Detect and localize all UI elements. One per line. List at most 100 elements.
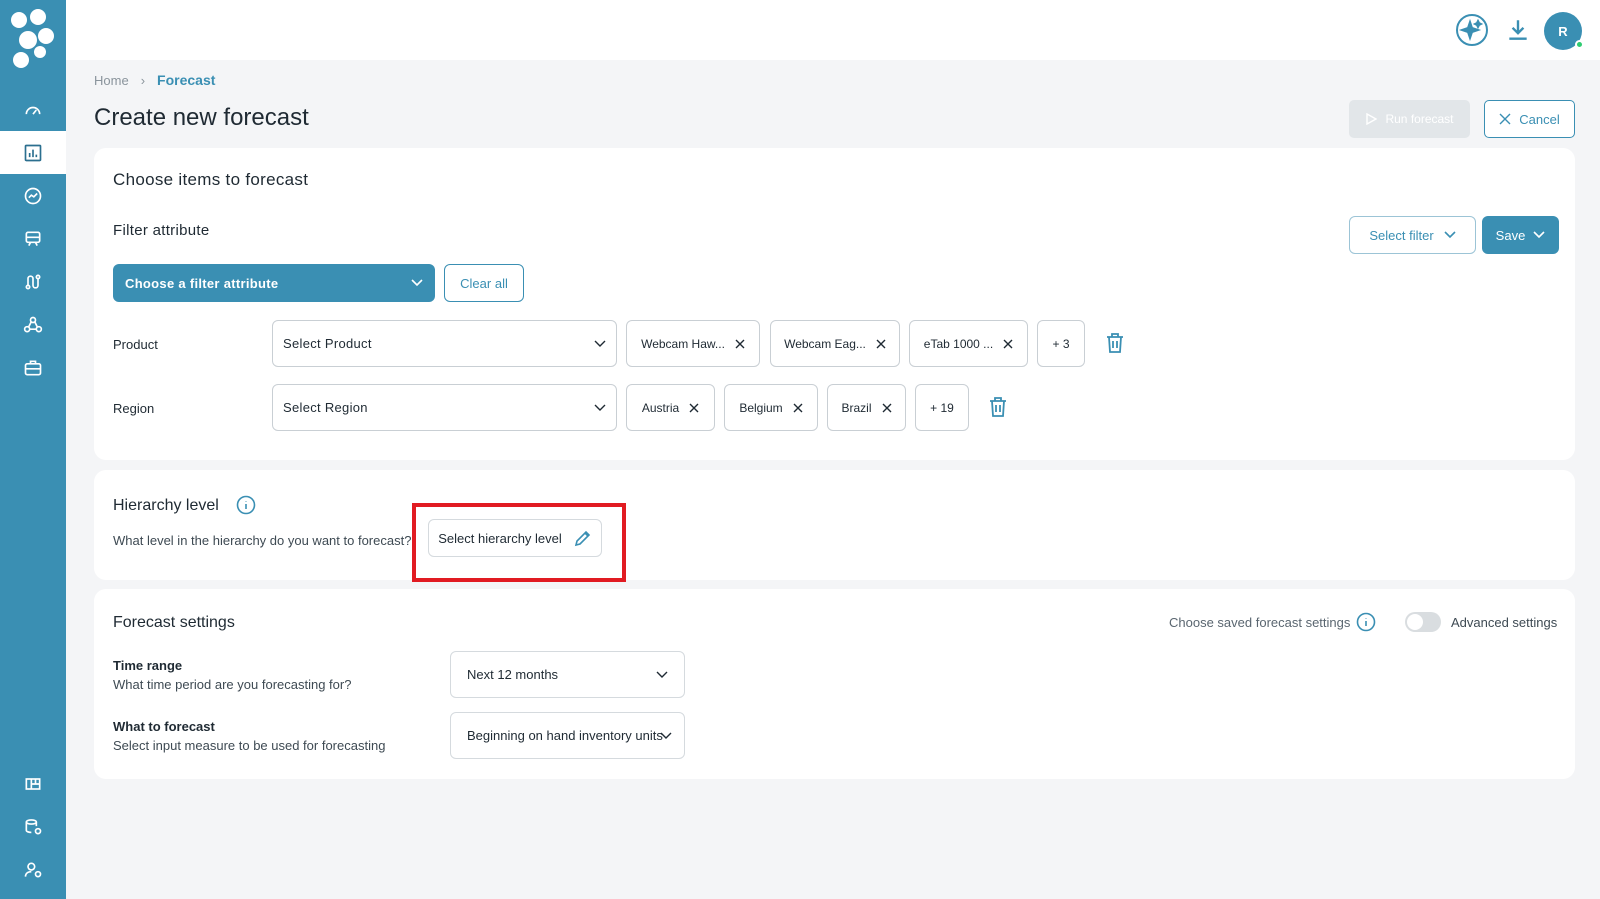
trash-icon[interactable] [1105, 332, 1125, 354]
app-logo-icon[interactable] [10, 8, 56, 70]
run-forecast-label: Run forecast [1385, 112, 1454, 126]
chevron-down-icon [411, 279, 423, 287]
product-select[interactable]: Select Product [272, 320, 617, 367]
page-title: Create new forecast [94, 104, 309, 131]
chip-label: Belgium [739, 400, 783, 415]
save-label: Save [1495, 227, 1526, 243]
breadcrumb: Home › Forecast [94, 72, 215, 88]
forecast-chart-icon [24, 144, 42, 161]
product-chip[interactable]: eTab 1000 ... [909, 320, 1028, 367]
what-to-forecast-desc: Select input measure to be used for fore… [113, 738, 386, 753]
hierarchy-question: What level in the hierarchy do you want … [113, 533, 412, 548]
breadcrumb-home[interactable]: Home [94, 73, 129, 88]
network-icon [23, 316, 43, 332]
close-icon[interactable] [882, 403, 892, 413]
close-icon [1499, 113, 1511, 125]
chevron-down-icon [1533, 231, 1545, 239]
info-icon[interactable] [236, 495, 256, 515]
route-icon [25, 274, 41, 289]
close-icon[interactable] [735, 339, 745, 349]
run-forecast-button[interactable]: Run forecast [1349, 100, 1470, 138]
saved-settings-link[interactable]: Choose saved forecast settings [1169, 615, 1350, 630]
chevron-down-icon [594, 340, 606, 347]
sidebar-item-briefcase[interactable] [0, 346, 66, 389]
what-to-forecast-title: What to forecast [113, 719, 215, 734]
close-icon[interactable] [1003, 339, 1013, 349]
hierarchy-level-card: Hierarchy level What level in the hierar… [94, 470, 1575, 580]
chip-label: eTab 1000 ... [923, 336, 994, 351]
region-select-placeholder: Select Region [283, 400, 368, 415]
ai-assistant-button[interactable] [1454, 12, 1490, 48]
download-button[interactable] [1500, 12, 1536, 48]
ai-sparkle-icon [1456, 14, 1488, 46]
close-icon[interactable] [876, 339, 886, 349]
highlight-annotation [412, 503, 626, 582]
choose-filter-label: Choose a filter attribute [125, 275, 279, 291]
sidebar-item-forecast[interactable] [0, 131, 66, 174]
chip-label: Webcam Haw... [641, 336, 725, 351]
product-select-placeholder: Select Product [283, 336, 372, 351]
widgets-icon [25, 777, 41, 790]
region-chip[interactable]: Brazil [827, 384, 906, 431]
items-to-forecast-card: Choose items to forecast Filter attribut… [94, 148, 1575, 460]
analytics-icon [24, 187, 42, 204]
region-chip[interactable]: Austria [626, 384, 715, 431]
select-filter-dropdown[interactable]: Select filter [1349, 216, 1476, 254]
what-to-forecast-value: Beginning on hand inventory units [467, 728, 663, 743]
sidebar-item-widgets[interactable] [0, 762, 66, 805]
region-filter-label: Region [113, 401, 155, 416]
save-button[interactable]: Save [1482, 216, 1559, 254]
settings-title: Forecast settings [113, 614, 235, 631]
what-to-forecast-select[interactable]: Beginning on hand inventory units [450, 712, 685, 759]
sidebar-item-user-settings[interactable] [0, 848, 66, 891]
time-range-select[interactable]: Next 12 months [450, 651, 685, 698]
trash-icon[interactable] [988, 396, 1008, 418]
chevron-down-icon [660, 732, 672, 739]
sidebar-item-route[interactable] [0, 260, 66, 303]
advanced-settings-toggle[interactable] [1405, 612, 1441, 632]
filter-attribute-label: Filter attribute [113, 222, 210, 239]
choose-filter-attribute-dropdown[interactable]: Choose a filter attribute [113, 264, 435, 302]
product-filter-label: Product [113, 337, 158, 352]
sidebar-item-database-settings[interactable] [0, 805, 66, 848]
time-range-value: Next 12 months [467, 667, 559, 682]
chip-label: Brazil [841, 400, 872, 415]
database-settings-icon [25, 818, 42, 834]
close-icon[interactable] [689, 403, 699, 413]
sidebar-item-transport[interactable] [0, 217, 66, 260]
chevron-down-icon [594, 404, 606, 411]
breadcrumb-current: Forecast [157, 72, 216, 88]
hierarchy-title: Hierarchy level [113, 497, 219, 514]
chip-label: Webcam Eag... [784, 336, 866, 351]
dashboard-icon [25, 106, 41, 115]
briefcase-icon [24, 360, 42, 375]
chevron-down-icon [1444, 231, 1456, 239]
advanced-settings-label: Advanced settings [1451, 615, 1558, 630]
product-chip[interactable]: Webcam Haw... [626, 320, 760, 367]
sidebar-item-analytics[interactable] [0, 174, 66, 217]
chevron-right-icon: › [140, 72, 146, 88]
sidebar [0, 0, 66, 899]
online-status-dot [1575, 40, 1584, 49]
chevron-down-icon [656, 671, 668, 678]
cancel-button[interactable]: Cancel [1484, 100, 1575, 138]
clear-all-button[interactable]: Clear all [444, 264, 524, 302]
product-chip[interactable]: Webcam Eag... [770, 320, 900, 367]
close-icon[interactable] [793, 403, 803, 413]
time-range-desc: What time period are you forecasting for… [113, 677, 352, 692]
time-range-title: Time range [113, 658, 183, 673]
transport-icon [25, 231, 41, 246]
select-filter-label: Select filter [1369, 227, 1434, 243]
cancel-label: Cancel [1519, 111, 1560, 127]
info-icon[interactable] [1356, 612, 1376, 632]
region-select[interactable]: Select Region [272, 384, 617, 431]
play-icon [1366, 113, 1378, 125]
sidebar-item-network[interactable] [0, 303, 66, 346]
items-section-title: Choose items to forecast [113, 170, 309, 189]
product-more-chip[interactable]: + 3 [1037, 320, 1085, 367]
forecast-settings-card: Forecast settings Choose saved forecast … [94, 589, 1575, 779]
region-chip[interactable]: Belgium [724, 384, 818, 431]
download-icon [1509, 20, 1527, 40]
region-more-chip[interactable]: + 19 [915, 384, 969, 431]
sidebar-item-dashboard[interactable] [0, 88, 66, 131]
